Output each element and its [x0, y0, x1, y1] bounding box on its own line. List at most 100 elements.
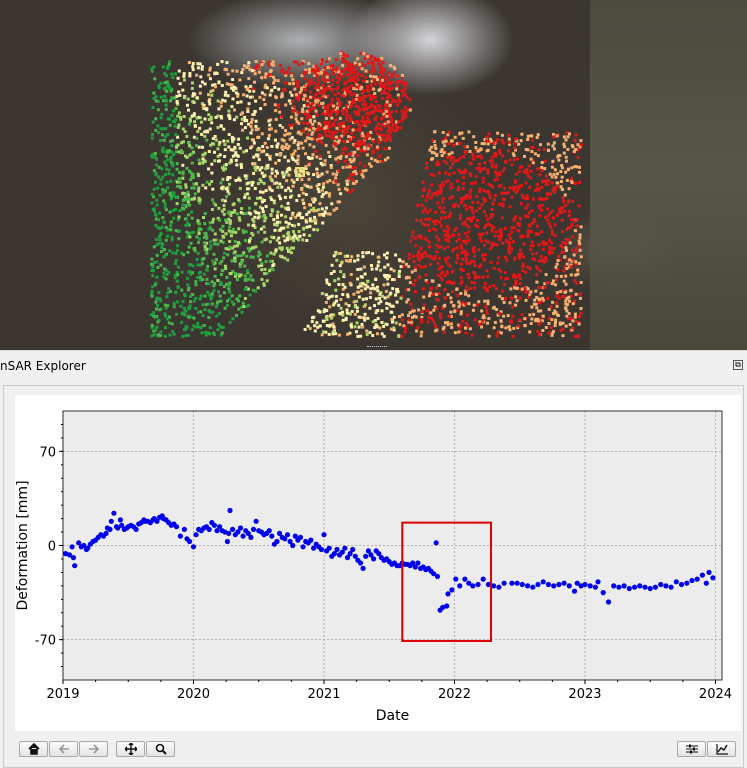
data-point[interactable]: [475, 581, 481, 588]
data-point[interactable]: [540, 579, 546, 585]
data-point[interactable]: [181, 526, 187, 532]
data-point[interactable]: [117, 517, 123, 523]
data-point[interactable]: [600, 590, 606, 596]
data-point[interactable]: [703, 580, 709, 586]
data-point[interactable]: [566, 583, 572, 589]
data-point[interactable]: [253, 518, 259, 524]
data-point[interactable]: [297, 534, 304, 540]
data-point[interactable]: [571, 588, 578, 594]
data-point[interactable]: [321, 532, 327, 538]
data-point[interactable]: [318, 546, 324, 553]
data-point[interactable]: [274, 538, 280, 545]
selected-point-marker[interactable]: [295, 167, 305, 177]
data-point[interactable]: [250, 526, 257, 532]
data-point[interactable]: [582, 581, 588, 588]
data-point[interactable]: [360, 565, 366, 571]
data-point[interactable]: [72, 563, 78, 569]
data-point[interactable]: [556, 581, 562, 588]
data-point[interactable]: [444, 603, 450, 609]
data-point[interactable]: [433, 540, 439, 546]
data-point[interactable]: [706, 569, 712, 575]
data-point[interactable]: [470, 583, 476, 589]
data-point[interactable]: [480, 576, 486, 582]
zoom-button[interactable]: [146, 741, 175, 757]
data-point[interactable]: [673, 579, 679, 585]
data-point[interactable]: [107, 526, 113, 532]
configure-subplots-button[interactable]: [677, 741, 706, 757]
data-point[interactable]: [525, 583, 531, 589]
data-point[interactable]: [237, 525, 244, 531]
data-point[interactable]: [248, 534, 254, 540]
data-point[interactable]: [326, 545, 332, 551]
data-point[interactable]: [530, 584, 536, 590]
data-point[interactable]: [227, 507, 233, 514]
data-point[interactable]: [545, 581, 552, 588]
pan-button[interactable]: [116, 741, 145, 757]
data-point[interactable]: [592, 584, 599, 590]
data-point[interactable]: [173, 524, 180, 530]
data-point[interactable]: [300, 544, 306, 550]
float-panel-button[interactable]: ⧉: [733, 360, 743, 370]
insar-points-layer[interactable]: [0, 0, 747, 350]
data-point[interactable]: [462, 576, 468, 582]
home-button[interactable]: [19, 741, 48, 757]
data-point[interactable]: [611, 583, 617, 589]
data-point[interactable]: [519, 581, 525, 588]
data-point[interactable]: [342, 545, 348, 551]
data-point[interactable]: [496, 584, 502, 590]
data-point[interactable]: [699, 572, 706, 578]
data-point[interactable]: [658, 581, 664, 588]
data-point[interactable]: [363, 553, 369, 559]
data-point[interactable]: [308, 537, 314, 543]
data-point[interactable]: [284, 532, 291, 538]
data-point[interactable]: [457, 583, 463, 589]
data-point[interactable]: [69, 544, 75, 550]
data-point[interactable]: [371, 556, 377, 562]
edit-axes-button[interactable]: [707, 741, 736, 757]
data-point[interactable]: [678, 581, 685, 588]
data-point[interactable]: [206, 526, 212, 532]
data-point[interactable]: [637, 583, 643, 589]
data-point[interactable]: [595, 579, 601, 585]
data-point[interactable]: [70, 555, 76, 561]
data-point[interactable]: [561, 580, 567, 586]
forward-button[interactable]: [79, 741, 108, 757]
data-point[interactable]: [605, 599, 612, 605]
data-point[interactable]: [193, 532, 199, 538]
data-point[interactable]: [694, 576, 700, 582]
data-point[interactable]: [514, 580, 520, 586]
data-point[interactable]: [668, 584, 674, 590]
data-point[interactable]: [642, 584, 648, 590]
data-point[interactable]: [290, 542, 296, 549]
map-view[interactable]: [0, 0, 747, 350]
data-point[interactable]: [111, 510, 117, 516]
data-point[interactable]: [434, 573, 441, 579]
data-point[interactable]: [240, 533, 246, 539]
data-point[interactable]: [350, 546, 356, 553]
data-point[interactable]: [449, 587, 455, 593]
data-point[interactable]: [684, 580, 690, 586]
data-point[interactable]: [415, 560, 421, 566]
data-point[interactable]: [710, 575, 716, 581]
data-point[interactable]: [187, 538, 193, 545]
data-point[interactable]: [509, 580, 515, 586]
data-point[interactable]: [230, 526, 236, 532]
data-point[interactable]: [652, 584, 659, 590]
data-point[interactable]: [616, 584, 622, 590]
data-point[interactable]: [535, 581, 541, 588]
data-point[interactable]: [108, 518, 114, 524]
splitter-handle[interactable]: [367, 346, 387, 349]
data-point[interactable]: [587, 583, 593, 589]
data-point[interactable]: [211, 522, 217, 528]
data-point[interactable]: [269, 533, 275, 539]
data-point[interactable]: [626, 585, 632, 592]
data-point[interactable]: [501, 580, 507, 586]
data-point[interactable]: [647, 585, 653, 592]
data-point[interactable]: [224, 538, 230, 545]
data-point[interactable]: [266, 528, 272, 534]
data-point[interactable]: [357, 560, 364, 566]
data-point[interactable]: [663, 583, 669, 589]
data-point[interactable]: [689, 577, 695, 584]
plot-canvas[interactable]: 2019 2020 2021 2022 2023 2024 70 0 -70 Date Defo…: [15, 395, 741, 731]
data-point[interactable]: [177, 533, 183, 539]
